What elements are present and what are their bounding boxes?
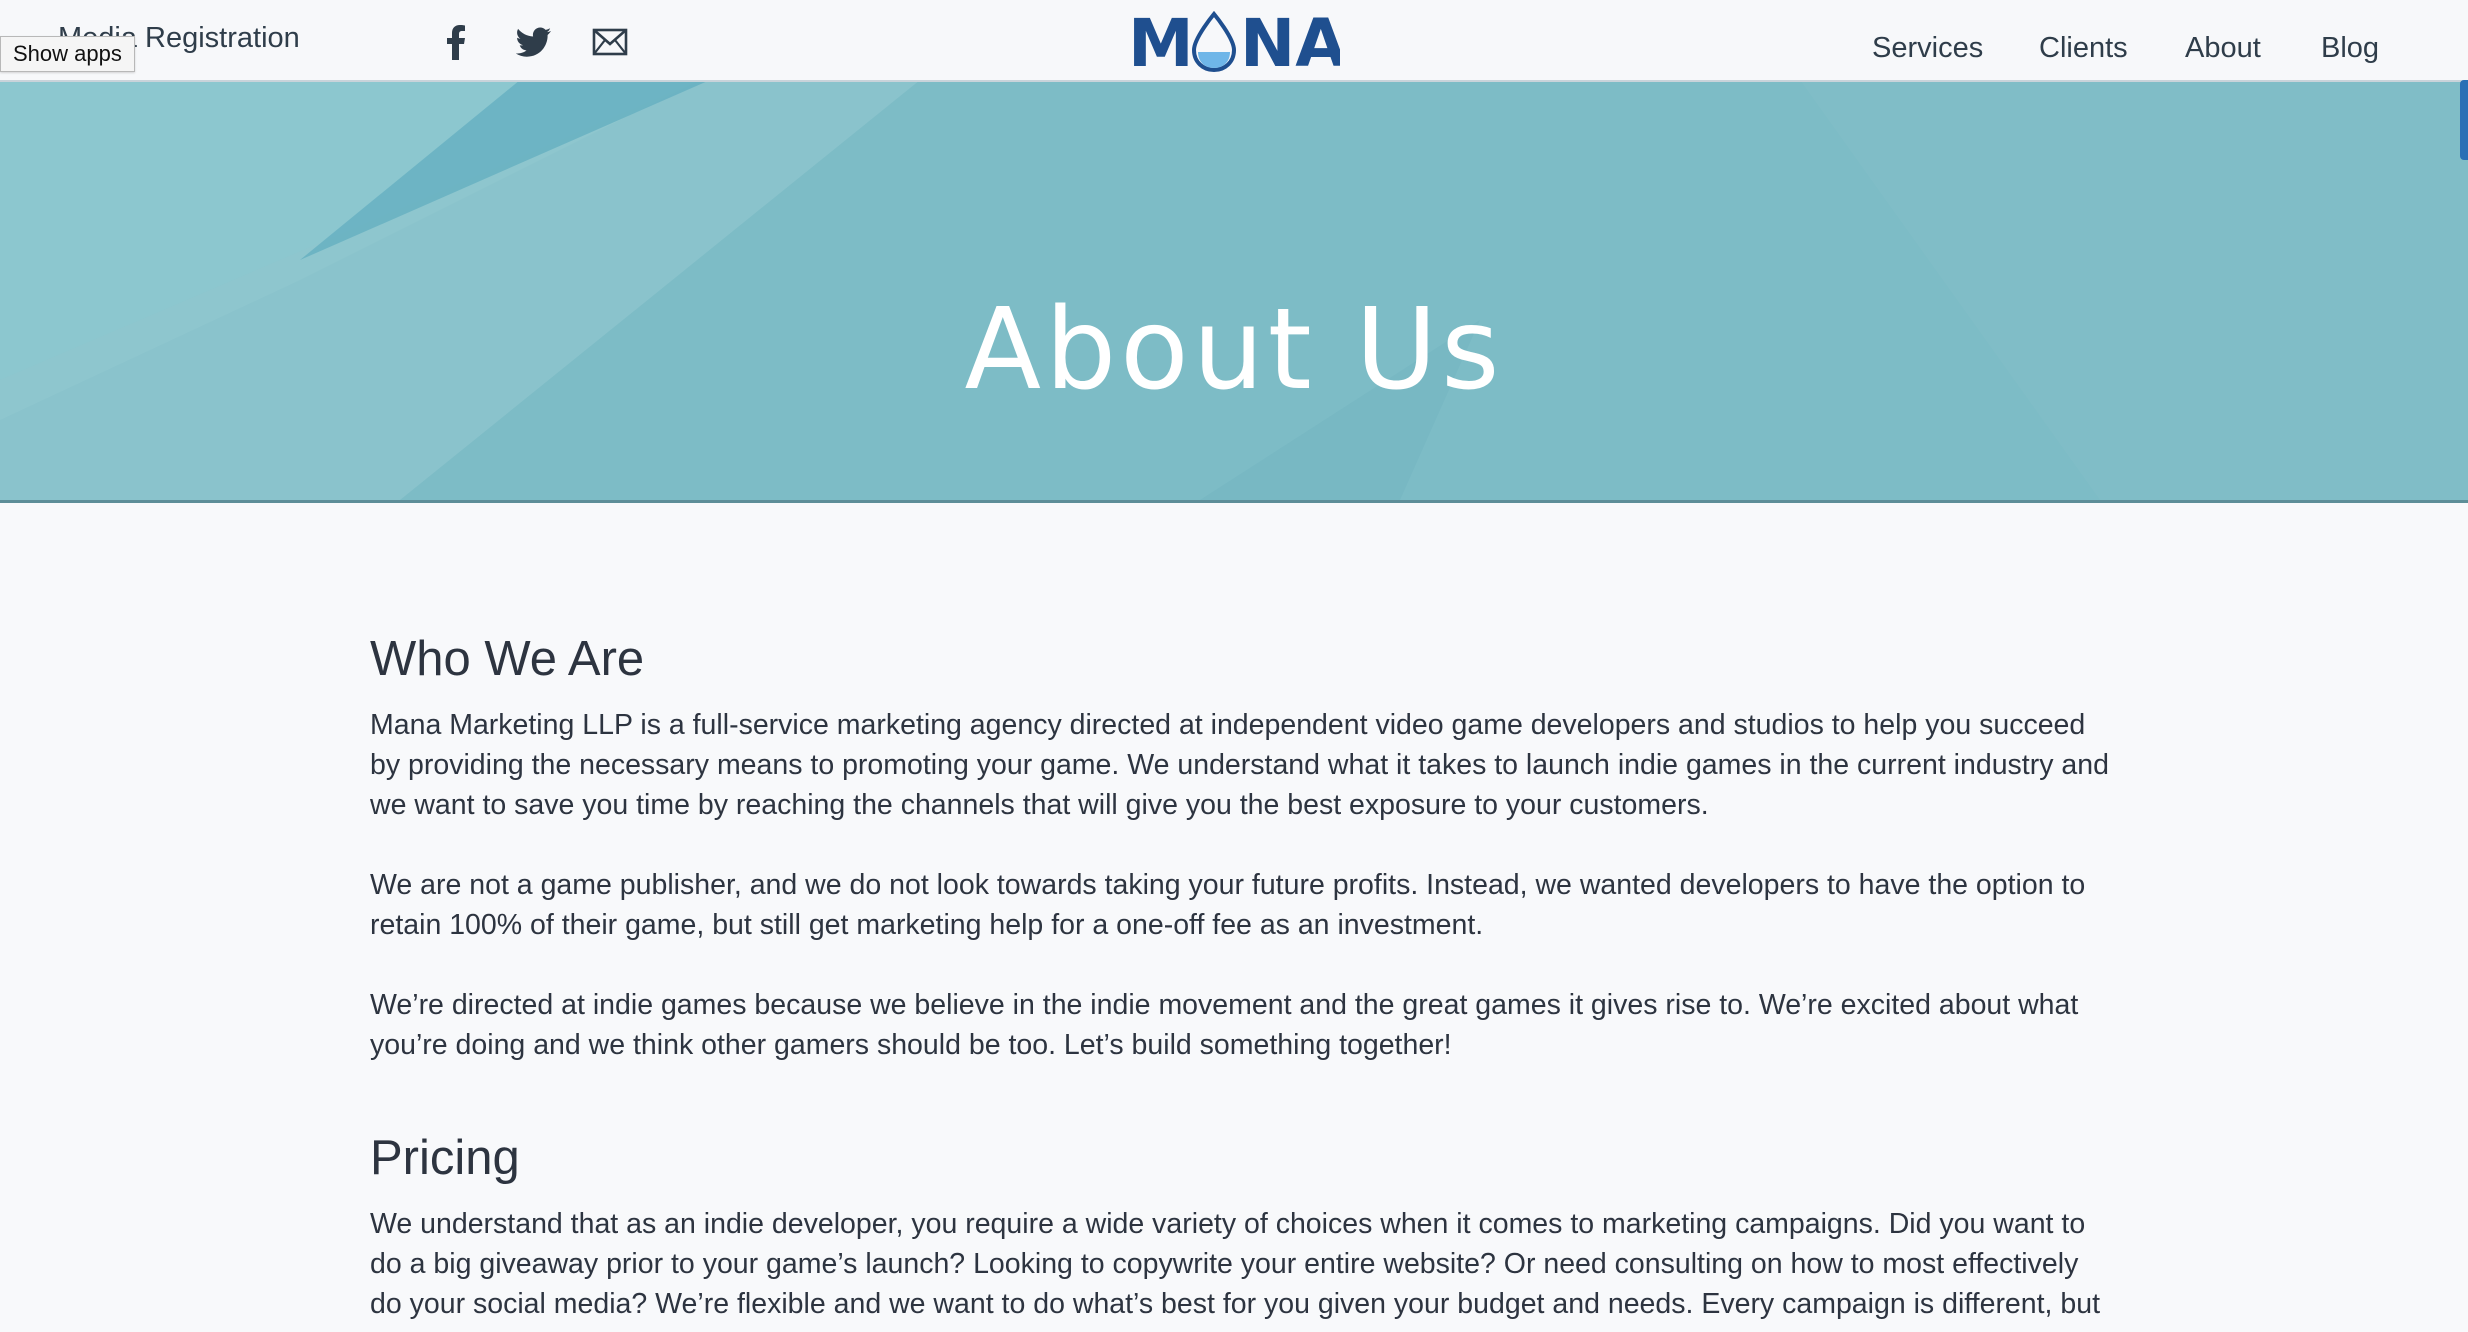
pricing-paragraph-1: We understand that as an indie developer… [370,1207,2101,1320]
water-drop-icon [1191,10,1237,73]
main-content: Who We Are Mana Marketing LLP is a full-… [370,630,2110,1332]
nav-services[interactable]: Services [1872,32,1983,65]
who-we-are-paragraph-1: Mana Marketing LLP is a full-service mar… [370,708,2109,821]
scrollbar-thumb[interactable] [2460,80,2468,160]
who-we-are-paragraph-3: We’re directed at indie games because we… [370,988,2079,1061]
page-title: About Us [964,285,1504,416]
who-we-are-paragraph-2: We are not a game publisher, and we do n… [370,868,2086,941]
page: Media Registration Show apps M NA Servic… [0,0,2468,1332]
top-navbar: Media Registration Show apps M NA Servic… [0,0,2468,82]
section-heading-pricing: Pricing [370,1130,520,1185]
nav-clients[interactable]: Clients [2039,32,2128,65]
section-heading-who-we-are: Who We Are [370,632,645,686]
nav-blog[interactable]: Blog [2321,32,2379,65]
mail-icon [592,28,628,56]
facebook-icon [444,24,468,60]
facebook-link[interactable] [436,22,476,62]
hero-banner: About Us [0,80,2468,503]
nav-about[interactable]: About [2185,32,2261,65]
logo-text: M [1128,8,1194,72]
twitter-link[interactable] [514,22,554,62]
mana-logo[interactable]: M NA [1128,5,1346,82]
svg-text:NA: NA [1240,8,1340,72]
email-link[interactable] [590,22,630,62]
show-apps-tooltip[interactable]: Show apps [0,36,135,72]
twitter-icon [516,27,552,57]
